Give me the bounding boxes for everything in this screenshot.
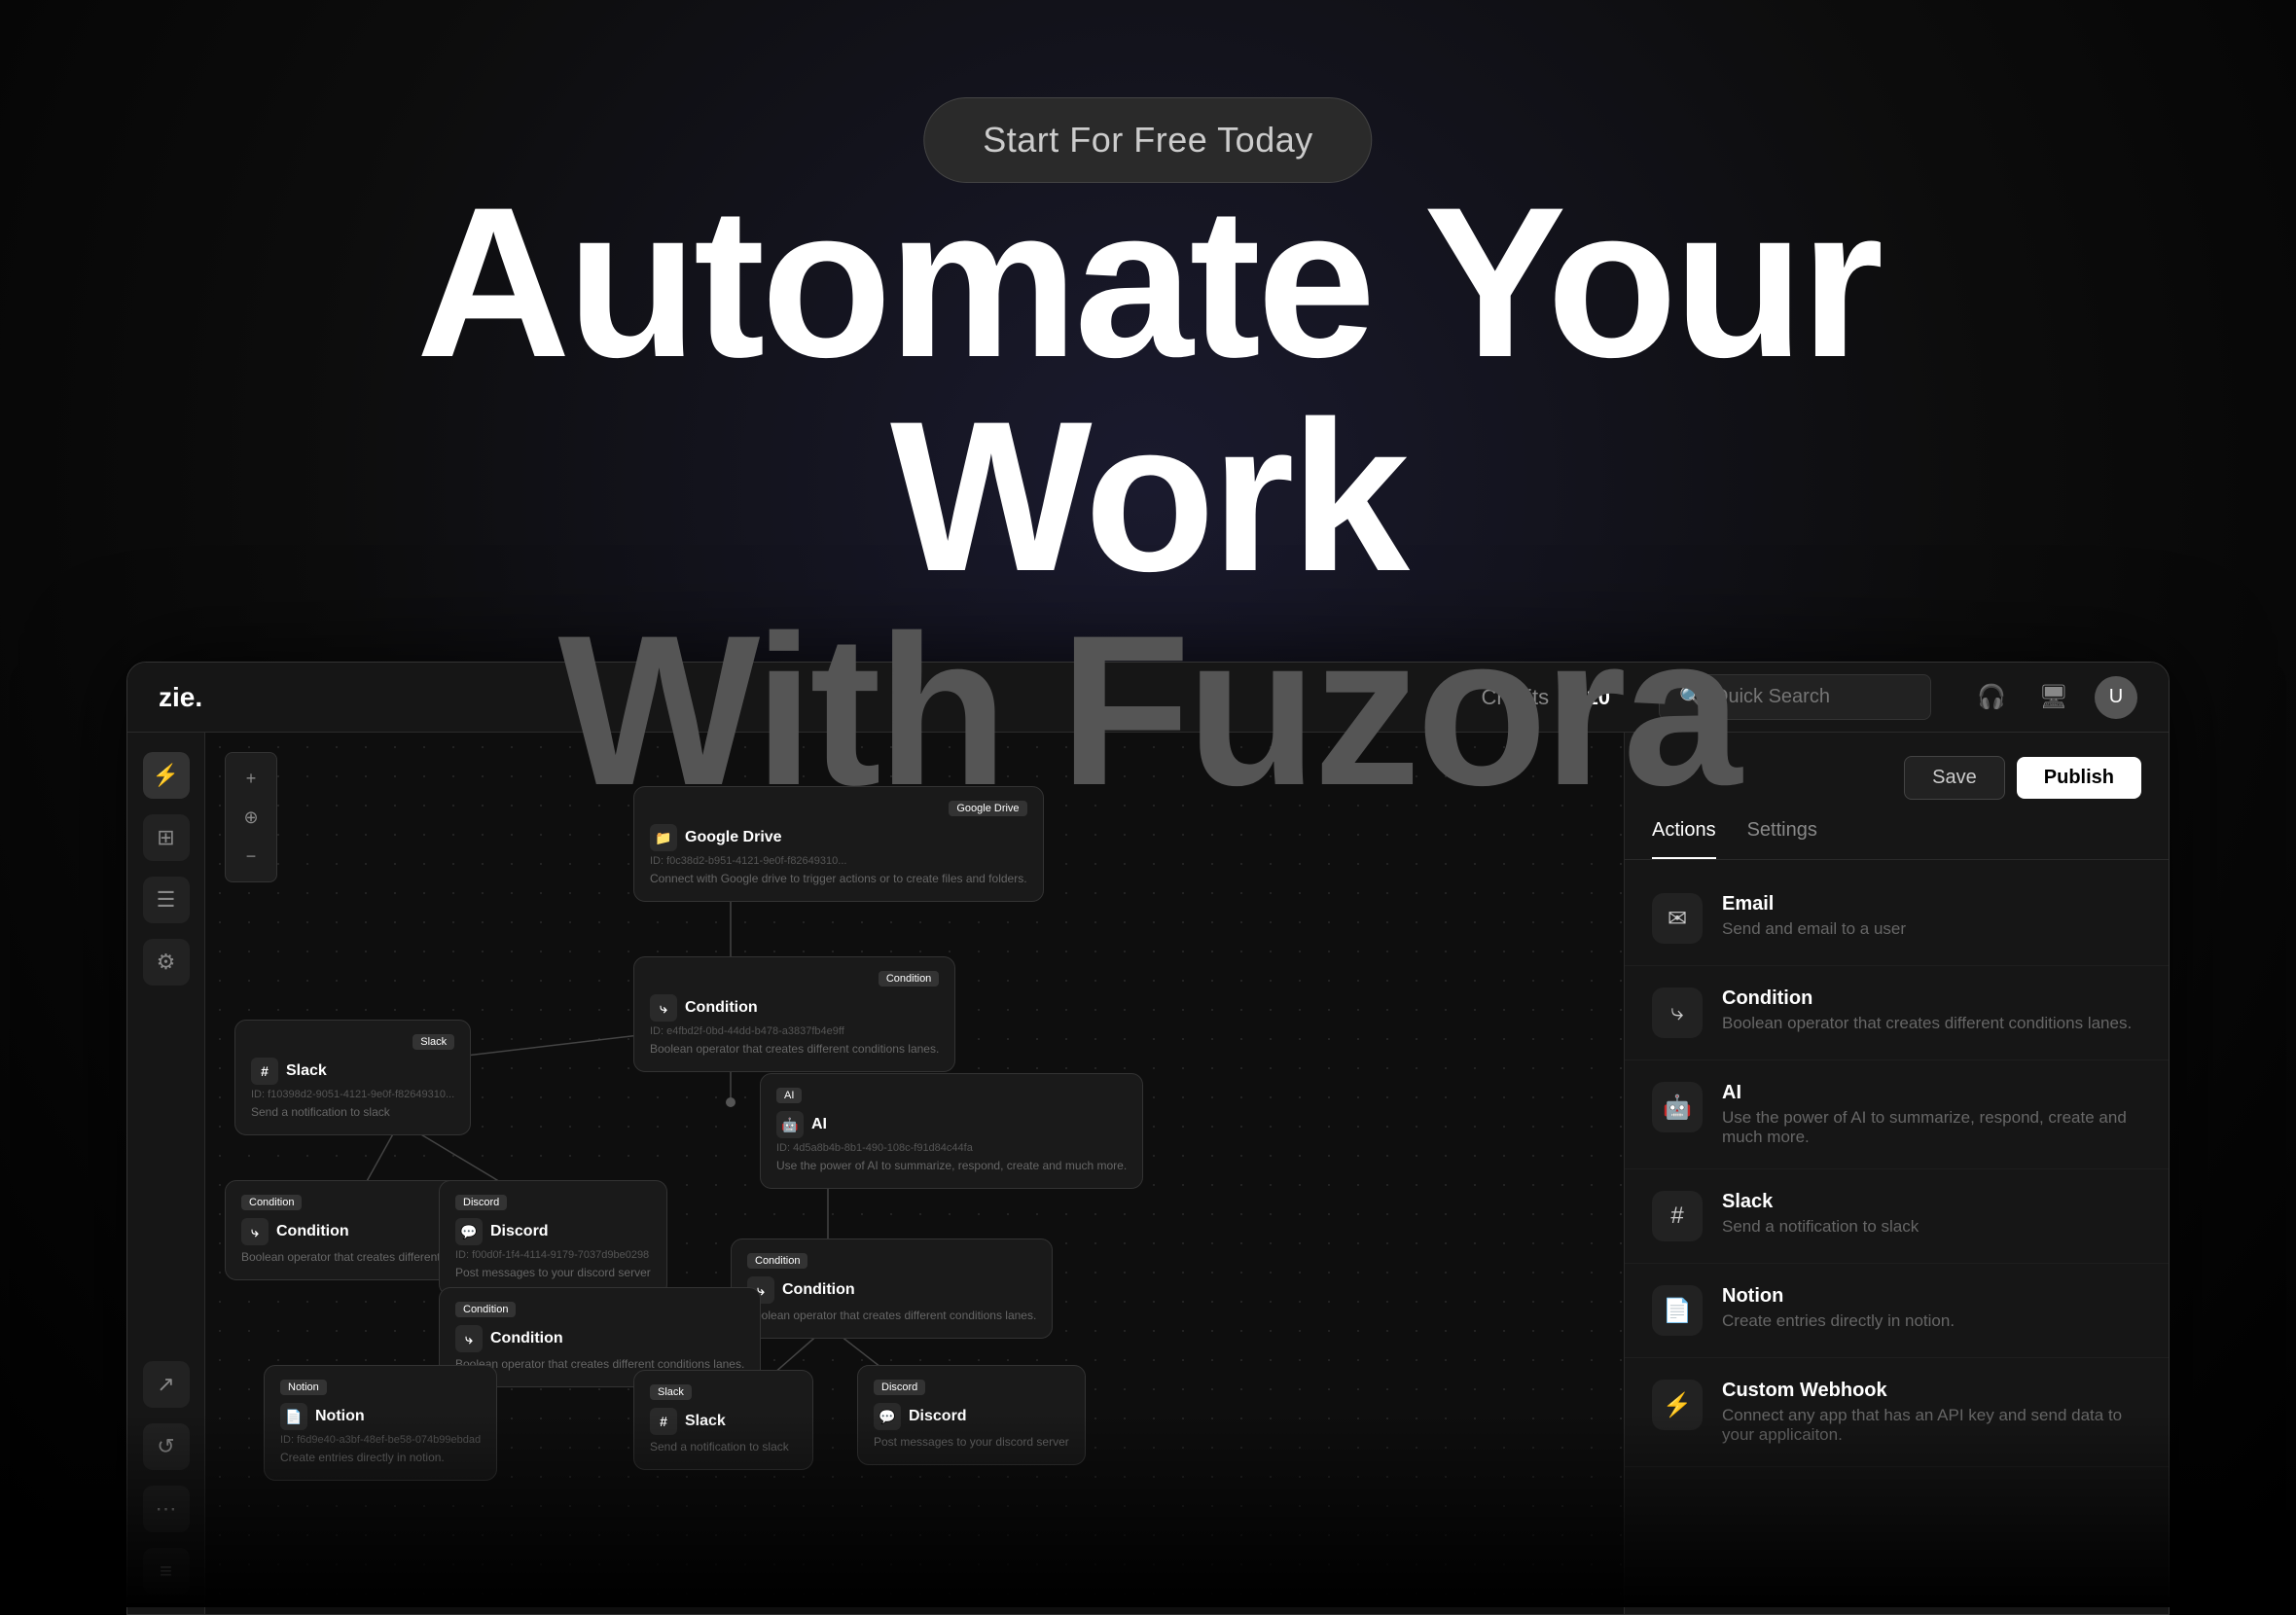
node-condition-1[interactable]: Condition ⤷ Condition ID: e4fbd2f-0bd-44… [633, 956, 955, 1072]
action-title: Custom Webhook [1722, 1380, 2141, 1402]
action-icon: ⚡ [1652, 1380, 1703, 1430]
action-title: Email [1722, 893, 1906, 915]
sidebar-more-icon[interactable]: ⋯ [143, 1486, 190, 1532]
notion-icon: 📄 [280, 1403, 307, 1430]
action-title: Slack [1722, 1191, 1919, 1213]
ai-icon: 🤖 [776, 1111, 804, 1138]
action-icon: ⤷ [1652, 987, 1703, 1038]
right-panel: Save Publish Actions Settings ✉ Email Se… [1624, 733, 2169, 1614]
monitor-icon[interactable]: 🖥 [2032, 676, 2075, 719]
canvas-toolbar: + ⊕ − [225, 752, 277, 882]
action-icon: 🤖 [1652, 1082, 1703, 1132]
sidebar-history-icon[interactable]: ↺ [143, 1423, 190, 1470]
slack2-icon: # [650, 1408, 677, 1435]
zoom-in-tool[interactable]: + [233, 761, 269, 796]
node-ai[interactable]: AI 🤖 AI ID: 4d5a8b4b-8b1-490-108c-f91d84… [760, 1073, 1143, 1189]
app-logo: zie. [159, 682, 202, 713]
action-item-notion[interactable]: 📄 Notion Create entries directly in noti… [1625, 1264, 2169, 1358]
discord2-icon: 💬 [874, 1403, 901, 1430]
action-item-email[interactable]: ✉ Email Send and email to a user [1625, 872, 2169, 966]
action-desc: Boolean operator that creates different … [1722, 1014, 2132, 1033]
hero-line1: Automate Your Work [272, 175, 2024, 603]
slack1-icon: # [251, 1058, 278, 1085]
action-icon: 📄 [1652, 1285, 1703, 1336]
node-slack-1[interactable]: Slack # Slack ID: f10398d2-9051-4121-9e0… [234, 1020, 471, 1135]
action-item-ai[interactable]: 🤖 AI Use the power of AI to summarize, r… [1625, 1060, 2169, 1169]
sidebar-list-icon[interactable]: ☰ [143, 877, 190, 923]
node-notion[interactable]: Notion 📄 Notion ID: f6d9e40-a3bf-48ef-be… [264, 1365, 497, 1481]
action-title: AI [1722, 1082, 2141, 1104]
canvas-area[interactable]: + ⊕ − [205, 733, 1624, 1614]
node-discord-1[interactable]: Discord 💬 Discord ID: f00d0f-1f4-4114-91… [439, 1180, 667, 1296]
left-sidebar: ⚡ ⊞ ☰ ⚙ ↗ ↺ ⋯ ≡ [127, 733, 205, 1614]
node-discord-2[interactable]: Discord 💬 Discord Post messages to your … [857, 1365, 1086, 1465]
hero-section: Automate Your Work With Fuzora [272, 175, 2024, 817]
main-content: ⚡ ⊞ ☰ ⚙ ↗ ↺ ⋯ ≡ + ⊕ − [127, 733, 2169, 1614]
sidebar-share-icon[interactable]: ↗ [143, 1361, 190, 1408]
user-avatar[interactable]: U [2095, 676, 2137, 719]
condition2-icon: ⤷ [241, 1218, 269, 1245]
tab-settings[interactable]: Settings [1747, 819, 1817, 859]
sidebar-settings-icon[interactable]: ⚙ [143, 939, 190, 986]
action-desc: Send and email to a user [1722, 919, 1906, 939]
action-desc: Send a notification to slack [1722, 1217, 1919, 1237]
condition4-icon: ⤷ [455, 1325, 483, 1352]
sidebar-list2-icon[interactable]: ≡ [143, 1548, 190, 1595]
action-desc: Connect any app that has an API key and … [1722, 1406, 2141, 1445]
hero-line2: With Fuzora [272, 603, 2024, 817]
action-title: Notion [1722, 1285, 1955, 1308]
action-desc: Use the power of AI to summarize, respon… [1722, 1108, 2141, 1147]
action-item-slack[interactable]: # Slack Send a notification to slack [1625, 1169, 2169, 1264]
action-icon: ✉ [1652, 893, 1703, 944]
actions-list: ✉ Email Send and email to a user ⤷ Condi… [1625, 860, 2169, 1614]
action-item-condition[interactable]: ⤷ Condition Boolean operator that create… [1625, 966, 2169, 1060]
fit-tool[interactable]: ⊕ [233, 800, 269, 835]
sidebar-home-icon[interactable]: ⚡ [143, 752, 190, 799]
zoom-out-tool[interactable]: − [233, 839, 269, 874]
publish-button[interactable]: Publish [2017, 757, 2141, 799]
discord1-icon: 💬 [455, 1218, 483, 1245]
action-title: Condition [1722, 987, 2132, 1010]
condition1-icon: ⤷ [650, 994, 677, 1022]
action-item-custom-webhook[interactable]: ⚡ Custom Webhook Connect any app that ha… [1625, 1358, 2169, 1467]
sidebar-grid-icon[interactable]: ⊞ [143, 814, 190, 861]
action-icon: # [1652, 1191, 1703, 1241]
node-condition-3[interactable]: Condition ⤷ Condition Boolean operator t… [731, 1238, 1053, 1339]
action-desc: Create entries directly in notion. [1722, 1311, 1955, 1331]
node-slack-2[interactable]: Slack # Slack Send a notification to sla… [633, 1370, 813, 1470]
